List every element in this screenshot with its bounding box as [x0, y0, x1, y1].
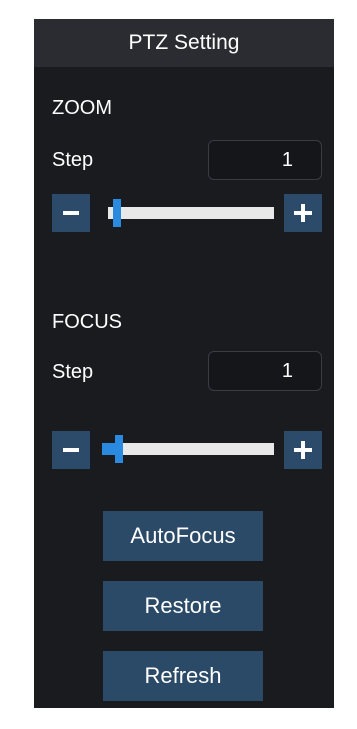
focus-slider-track	[102, 443, 274, 455]
plus-icon	[294, 204, 312, 222]
zoom-minus-button[interactable]	[52, 194, 90, 232]
zoom-section-title: ZOOM	[52, 97, 112, 119]
panel-title: PTZ Setting	[128, 31, 240, 54]
ptz-setting-panel: PTZ Setting ZOOM Step FOCUS Step AutoFoc…	[34, 19, 334, 708]
refresh-button[interactable]: Refresh	[103, 651, 263, 701]
focus-slider-filled	[102, 443, 115, 455]
zoom-slider-track	[108, 207, 274, 219]
zoom-slider-thumb[interactable]	[113, 199, 121, 227]
plus-icon	[294, 441, 312, 459]
focus-step-input[interactable]	[208, 351, 322, 391]
zoom-step-label: Step	[52, 149, 94, 171]
zoom-plus-button[interactable]	[284, 194, 322, 232]
focus-step-label: Step	[52, 361, 94, 383]
focus-slider[interactable]	[102, 435, 274, 463]
focus-section-title: FOCUS	[52, 311, 122, 333]
minus-icon	[63, 448, 79, 452]
focus-minus-button[interactable]	[52, 431, 90, 469]
zoom-step-input[interactable]	[208, 140, 322, 180]
zoom-slider[interactable]	[108, 199, 274, 227]
focus-plus-button[interactable]	[284, 431, 322, 469]
minus-icon	[63, 211, 79, 215]
restore-button[interactable]: Restore	[103, 581, 263, 631]
panel-header: PTZ Setting	[34, 19, 334, 67]
focus-slider-thumb[interactable]	[115, 435, 123, 463]
autofocus-button[interactable]: AutoFocus	[103, 511, 263, 561]
